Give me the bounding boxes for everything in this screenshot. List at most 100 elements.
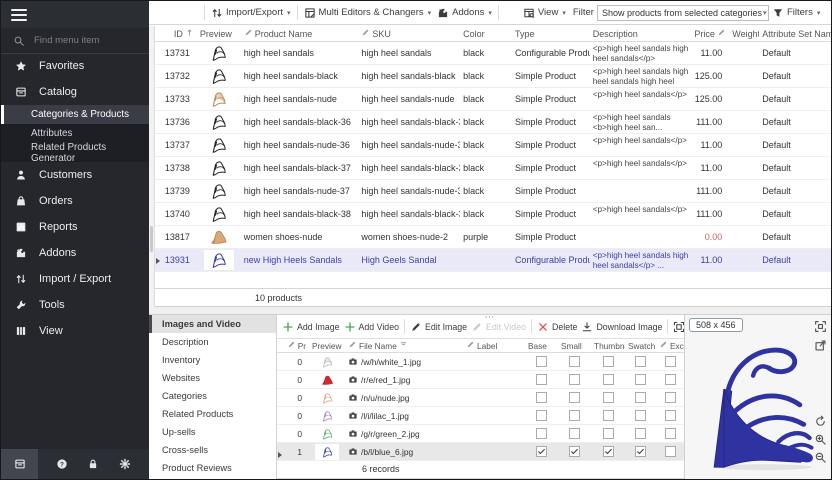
checkbox[interactable] xyxy=(665,356,676,367)
open-external-icon[interactable] xyxy=(814,339,827,357)
column-header-product-name[interactable]: Product Name xyxy=(241,28,359,39)
checkbox-checked[interactable] xyxy=(569,446,580,457)
sidebar-item-customers[interactable]: Customers xyxy=(1,162,149,188)
table-row[interactable]: 13740 high heel sandals-black-38high hee… xyxy=(155,203,831,226)
hamburger-menu-icon[interactable] xyxy=(11,6,27,24)
sidebar-item-reports[interactable]: Reports xyxy=(1,214,149,240)
tab-categories[interactable]: Categories xyxy=(149,387,276,405)
image-column-header-file-name[interactable]: File Name xyxy=(345,340,463,351)
tab-description[interactable]: Description xyxy=(149,333,276,351)
image-row[interactable]: 0 /g/r/green_2.jpg xyxy=(277,425,684,443)
checkbox-checked[interactable] xyxy=(536,446,547,457)
tab-related-products[interactable]: Related Products xyxy=(149,405,276,423)
checkbox[interactable] xyxy=(536,374,547,385)
paste-as-new-button[interactable] xyxy=(195,11,201,15)
sidebar-item-tools[interactable]: Tools xyxy=(1,292,149,318)
table-row[interactable]: 13733 high heel sandals-nudehigh heel sa… xyxy=(155,88,831,111)
checkbox[interactable] xyxy=(569,392,580,403)
checkbox[interactable] xyxy=(603,410,614,421)
checkbox[interactable] xyxy=(569,356,580,367)
image-column-header-swatch[interactable]: Swatch xyxy=(625,341,656,351)
checkbox-checked[interactable] xyxy=(635,446,646,457)
checkbox[interactable] xyxy=(665,410,676,421)
tab-cross-sells[interactable]: Cross-sells xyxy=(149,441,276,459)
tab-inventory[interactable]: Inventory xyxy=(149,351,276,369)
sidebar-item-orders[interactable]: Orders xyxy=(1,188,149,214)
table-row[interactable]: 13732 high heel sandals-blackhigh heel s… xyxy=(155,65,831,88)
column-header-description[interactable]: Description xyxy=(590,29,692,39)
tab-up-sells[interactable]: Up-sells xyxy=(149,423,276,441)
column-header-color[interactable]: Color xyxy=(460,29,512,39)
checkbox[interactable] xyxy=(569,428,580,439)
image-column-header-thumbna[interactable]: Thumbna xyxy=(591,341,625,351)
zoom-out-icon[interactable] xyxy=(814,451,827,469)
checkbox[interactable] xyxy=(665,428,676,439)
table-row[interactable]: 13738 high heel sandals-black-37high hee… xyxy=(155,157,831,180)
image-column-header-pr[interactable]: Pr xyxy=(277,340,309,351)
checkbox[interactable] xyxy=(665,446,676,457)
sidebar-item-favorites[interactable]: Favorites xyxy=(1,53,149,79)
sidebar-item-addons[interactable]: Addons xyxy=(1,240,149,266)
checkbox[interactable] xyxy=(603,392,614,403)
checkbox[interactable] xyxy=(635,392,646,403)
column-header-attribute-set-name[interactable]: Attribute Set Name xyxy=(759,29,831,39)
checkbox[interactable] xyxy=(635,374,646,385)
multi-editors-menu[interactable]: Multi Editors & Changers ▾ xyxy=(301,5,435,21)
image-row[interactable]: 1 /b/l/blue_6.jpg xyxy=(277,443,684,461)
checkbox[interactable] xyxy=(635,410,646,421)
import-export-menu[interactable]: Import/Export ▾ xyxy=(208,5,294,21)
edit-video-button[interactable]: Edit Video xyxy=(469,319,528,335)
settings-icon[interactable] xyxy=(119,458,131,470)
sidebar-search[interactable] xyxy=(1,28,149,54)
image-row[interactable]: 0 /r/e/red_1.jpg xyxy=(277,371,684,389)
image-column-header-label[interactable]: Label xyxy=(463,340,525,351)
column-header-id[interactable]: ID xyxy=(155,28,197,39)
horizontal-splitter[interactable]: ⋯ xyxy=(149,307,831,315)
table-row[interactable]: 13737 high heel sandals-nude-36high heel… xyxy=(155,134,831,157)
addons-menu[interactable]: Addons ▾ xyxy=(434,5,495,21)
column-header-price[interactable]: Price xyxy=(691,28,729,39)
help-icon[interactable]: ? xyxy=(56,458,68,470)
checkbox[interactable] xyxy=(569,374,580,385)
zoom-in-icon[interactable] xyxy=(814,433,827,451)
table-row[interactable]: 13739 high heel sandals-nude-37high heel… xyxy=(155,180,831,203)
fit-screen-icon[interactable] xyxy=(814,320,827,338)
checkbox[interactable] xyxy=(569,410,580,421)
sidebar-item-attributes[interactable]: Attributes xyxy=(1,124,149,143)
add-video-button[interactable]: Add Video xyxy=(342,319,401,335)
image-column-header-small[interactable]: Small xyxy=(558,341,591,351)
rotate-icon[interactable] xyxy=(814,415,827,433)
checkbox[interactable] xyxy=(603,356,614,367)
checkbox[interactable] xyxy=(603,428,614,439)
table-row[interactable]: 13817 women shoes-nudewomen shoes-nude-2… xyxy=(155,226,831,249)
add-image-button[interactable]: Add Image xyxy=(280,319,342,335)
image-row[interactable]: 0 /l/i/lilac_1.jpg xyxy=(277,407,684,425)
edit-image-button[interactable]: Edit Image xyxy=(408,319,469,335)
checkbox[interactable] xyxy=(665,392,676,403)
column-header-weight[interactable]: Weight xyxy=(729,29,759,39)
checkbox[interactable] xyxy=(635,428,646,439)
sidebar-item-categories-products[interactable]: Categories & Products xyxy=(1,105,149,124)
column-header-sku[interactable]: SKU xyxy=(358,28,460,39)
store-button[interactable] xyxy=(1,449,38,479)
checkbox[interactable] xyxy=(536,410,547,421)
delete-button[interactable]: Delete xyxy=(535,319,579,335)
checkbox-checked[interactable] xyxy=(603,446,614,457)
tab-images-and-video[interactable]: Images and Video xyxy=(149,315,276,333)
sidebar-item-catalog[interactable]: Catalog xyxy=(1,79,149,105)
checkbox[interactable] xyxy=(665,374,676,385)
image-column-header-preview[interactable]: Preview xyxy=(309,341,345,351)
download-image-button[interactable]: Download Image xyxy=(579,319,664,335)
checkbox[interactable] xyxy=(635,356,646,367)
sidebar-item-import-export[interactable]: Import / Export xyxy=(1,266,149,292)
tab-product-reviews[interactable]: Product Reviews xyxy=(149,459,276,477)
tab-websites[interactable]: Websites xyxy=(149,369,276,387)
filter-select[interactable]: Show products from selected categories ▾ xyxy=(597,5,769,21)
image-row[interactable]: 0 /w/h/white_1.jpg xyxy=(277,353,684,371)
table-row[interactable]: 13731 high heel sandalshigh heel sandals… xyxy=(155,42,831,65)
checkbox[interactable] xyxy=(536,392,547,403)
checkbox[interactable] xyxy=(536,428,547,439)
view-menu[interactable]: View ▾ xyxy=(520,5,569,21)
sidebar-item-related-products-generator[interactable]: Related Products Generator xyxy=(1,143,149,162)
checkbox[interactable] xyxy=(536,356,547,367)
